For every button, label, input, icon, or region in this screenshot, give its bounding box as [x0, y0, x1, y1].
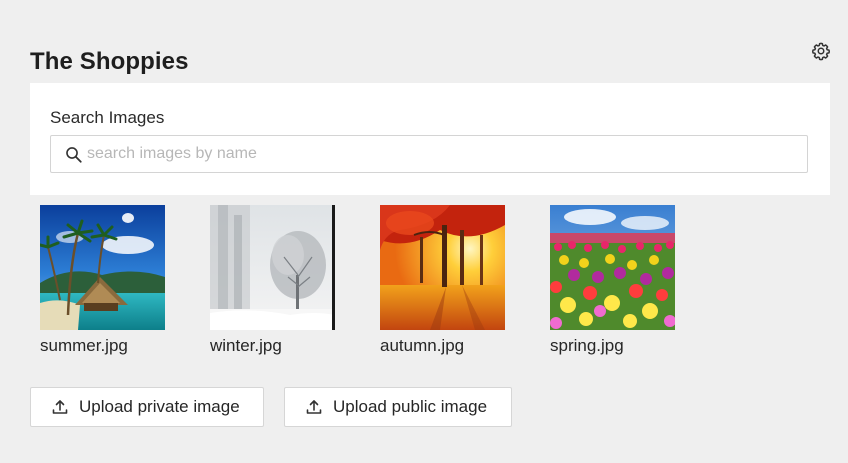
image-gallery: summer.jpg winter.jpg autumn.jpg spring.… — [40, 205, 675, 356]
gallery-item-autumn[interactable]: autumn.jpg — [380, 205, 505, 356]
gallery-item-winter[interactable]: winter.jpg — [210, 205, 335, 356]
summer-thumbnail — [40, 205, 165, 330]
spring-thumbnail — [550, 205, 675, 330]
search-box[interactable] — [50, 135, 808, 173]
winter-thumbnail — [210, 205, 335, 330]
image-filename: autumn.jpg — [380, 336, 465, 355]
upload-icon — [52, 400, 68, 414]
settings-button[interactable] — [810, 40, 832, 62]
image-filename: spring.jpg — [550, 336, 624, 355]
search-input[interactable] — [87, 136, 787, 172]
upload-private-label: Upload private image — [79, 397, 240, 416]
gear-icon — [812, 42, 830, 61]
page-title: The Shoppies — [30, 48, 189, 75]
gallery-item-summer[interactable]: summer.jpg — [40, 205, 165, 356]
search-icon — [66, 147, 82, 163]
upload-public-button[interactable]: Upload public image — [284, 387, 512, 427]
upload-private-button[interactable]: Upload private image — [30, 387, 264, 427]
gallery-item-spring[interactable]: spring.jpg — [550, 205, 675, 356]
image-filename: summer.jpg — [40, 336, 128, 355]
upload-icon — [306, 400, 322, 414]
search-panel: Search Images — [30, 83, 830, 195]
upload-public-label: Upload public image — [333, 397, 488, 416]
image-filename: winter.jpg — [210, 336, 282, 355]
autumn-thumbnail — [380, 205, 505, 330]
search-label: Search Images — [50, 108, 165, 127]
